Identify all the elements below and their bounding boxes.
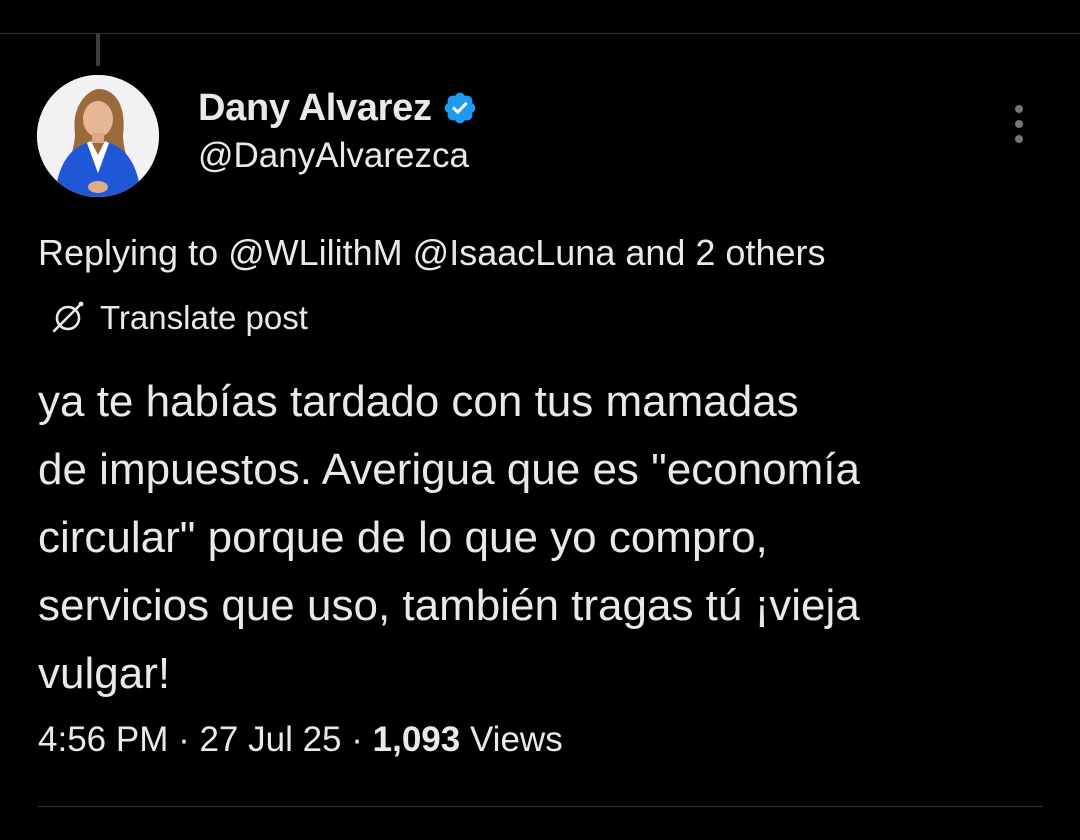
more-vertical-icon-dot xyxy=(1015,135,1023,143)
avatar[interactable] xyxy=(37,75,159,197)
meta-separator: · xyxy=(168,720,200,759)
translate-post-label: Translate post xyxy=(100,299,308,336)
reply-context[interactable]: Replying to @WLilithM @IsaacLuna and 2 o… xyxy=(38,232,825,274)
translate-post-button[interactable]: Translate post xyxy=(48,298,308,338)
meta-separator: · xyxy=(341,720,373,759)
top-divider xyxy=(0,33,1080,34)
post-date[interactable]: 27 Jul 25 xyxy=(199,720,341,759)
views-count: 1,093 xyxy=(372,720,461,759)
views-label: Views xyxy=(460,720,563,759)
author-handle[interactable]: @DanyAlvarezca xyxy=(198,136,469,176)
more-options-button[interactable] xyxy=(1002,100,1036,148)
thread-connector-line xyxy=(96,34,100,66)
more-vertical-icon xyxy=(1015,105,1023,113)
verified-badge-icon xyxy=(444,92,476,124)
translate-globe-icon xyxy=(52,301,84,333)
post-text: ya te habías tardado con tus mamadas de … xyxy=(38,377,860,698)
post-metadata: 4:56 PM · 27 Jul 25 · 1,093 Views xyxy=(38,720,563,760)
author-display-name[interactable]: Dany Alvarez xyxy=(198,87,432,130)
post-time[interactable]: 4:56 PM xyxy=(38,720,168,759)
bottom-divider xyxy=(38,806,1043,807)
more-vertical-icon-dot xyxy=(1015,120,1023,128)
author-name-row[interactable]: Dany Alvarez xyxy=(198,84,478,132)
